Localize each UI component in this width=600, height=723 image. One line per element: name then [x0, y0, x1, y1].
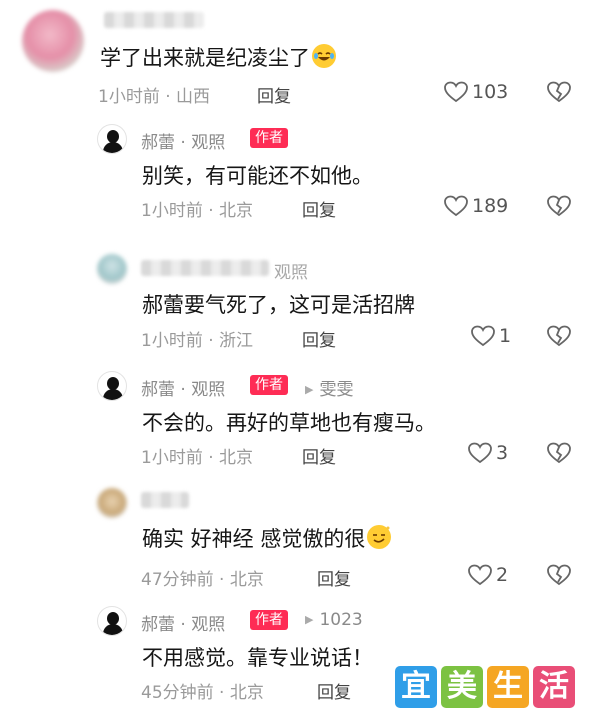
avatar[interactable]: [97, 254, 127, 284]
broken-heart-icon: [547, 325, 571, 347]
comment-meta: 45分钟前 · 北京: [141, 683, 264, 703]
avatar[interactable]: [97, 124, 127, 154]
like-count: 189: [472, 195, 509, 217]
author-name[interactable]: 郝蕾 · 观照: [141, 610, 225, 635]
reply-button[interactable]: 回复: [317, 565, 351, 590]
broken-heart-icon: [547, 195, 571, 217]
like-button[interactable]: 1: [470, 324, 511, 348]
broken-heart-icon: [547, 81, 571, 103]
comment-text: 郝蕾要气死了，这可是活招牌: [142, 293, 415, 317]
author-name[interactable]: 观照: [274, 258, 308, 283]
broken-heart-icon: [547, 442, 571, 464]
reply-target[interactable]: ▶ 1023: [305, 610, 363, 630]
like-button[interactable]: 103: [443, 80, 508, 104]
smug-smile-emoji: [367, 525, 392, 549]
comment-meta: 1小时前 · 浙江: [141, 331, 254, 351]
dislike-button[interactable]: [546, 194, 572, 222]
author-badge: 作者: [250, 610, 288, 630]
heart-icon: [468, 564, 492, 586]
comment-meta: 1小时前 · 山西: [98, 87, 211, 107]
author-name[interactable]: 郝蕾 · 观照: [141, 375, 225, 400]
dislike-button[interactable]: [546, 441, 572, 469]
reply-target[interactable]: ▶ 雯雯: [305, 375, 353, 400]
comment-meta: 1小时前 · 北京: [141, 448, 254, 468]
comment-meta: 1小时前 · 北京: [141, 201, 254, 221]
comment-text: 确实 好神经 感觉傲的很: [142, 523, 392, 553]
comment-text: 不会的。再好的草地也有瘦马。: [142, 411, 436, 435]
watermark-char: 美: [441, 666, 483, 708]
comment-text: 别笑，有可能还不如他。: [142, 164, 373, 188]
like-count: 1: [499, 325, 512, 347]
username-blurred[interactable]: [104, 12, 204, 28]
comment-text: 不用感觉。靠专业说话！: [142, 646, 373, 670]
author-name[interactable]: 郝蕾 · 观照: [141, 128, 225, 153]
like-button[interactable]: 3: [467, 441, 508, 465]
heart-icon: [444, 81, 468, 103]
reply-button[interactable]: 回复: [302, 326, 336, 351]
dislike-button[interactable]: [546, 80, 572, 108]
like-count: 103: [472, 81, 509, 103]
username-blurred[interactable]: [141, 260, 269, 276]
play-triangle-icon: ▶: [305, 383, 314, 396]
author-badge: 作者: [250, 128, 288, 148]
watermark-char: 生: [487, 666, 529, 708]
like-button[interactable]: 2: [467, 563, 508, 587]
comment-meta: 47分钟前 · 北京: [141, 570, 264, 590]
heart-icon: [444, 195, 468, 217]
reply-button[interactable]: 回复: [257, 82, 291, 107]
watermark-char: 宜: [395, 666, 437, 708]
comment-text: 学了出来就是纪凌尘了: [100, 42, 336, 72]
username-blurred[interactable]: [141, 492, 189, 508]
avatar[interactable]: [22, 10, 84, 72]
avatar[interactable]: [97, 488, 127, 518]
reply-button[interactable]: 回复: [302, 443, 336, 468]
avatar[interactable]: [97, 606, 127, 636]
like-count: 3: [496, 442, 509, 464]
like-count: 2: [496, 564, 509, 586]
author-badge: 作者: [250, 375, 288, 395]
reply-button[interactable]: 回复: [317, 678, 351, 703]
laughing-crying-emoji: [312, 44, 336, 68]
play-triangle-icon: ▶: [305, 613, 314, 626]
dislike-button[interactable]: [546, 563, 572, 591]
broken-heart-icon: [547, 564, 571, 586]
reply-button[interactable]: 回复: [302, 196, 336, 221]
avatar[interactable]: [97, 371, 127, 401]
heart-icon: [468, 442, 492, 464]
like-button[interactable]: 189: [443, 194, 508, 218]
dislike-button[interactable]: [546, 324, 572, 352]
watermark-logo: 宜 美 生 活: [395, 666, 575, 708]
heart-icon: [471, 325, 495, 347]
watermark-char: 活: [533, 666, 575, 708]
